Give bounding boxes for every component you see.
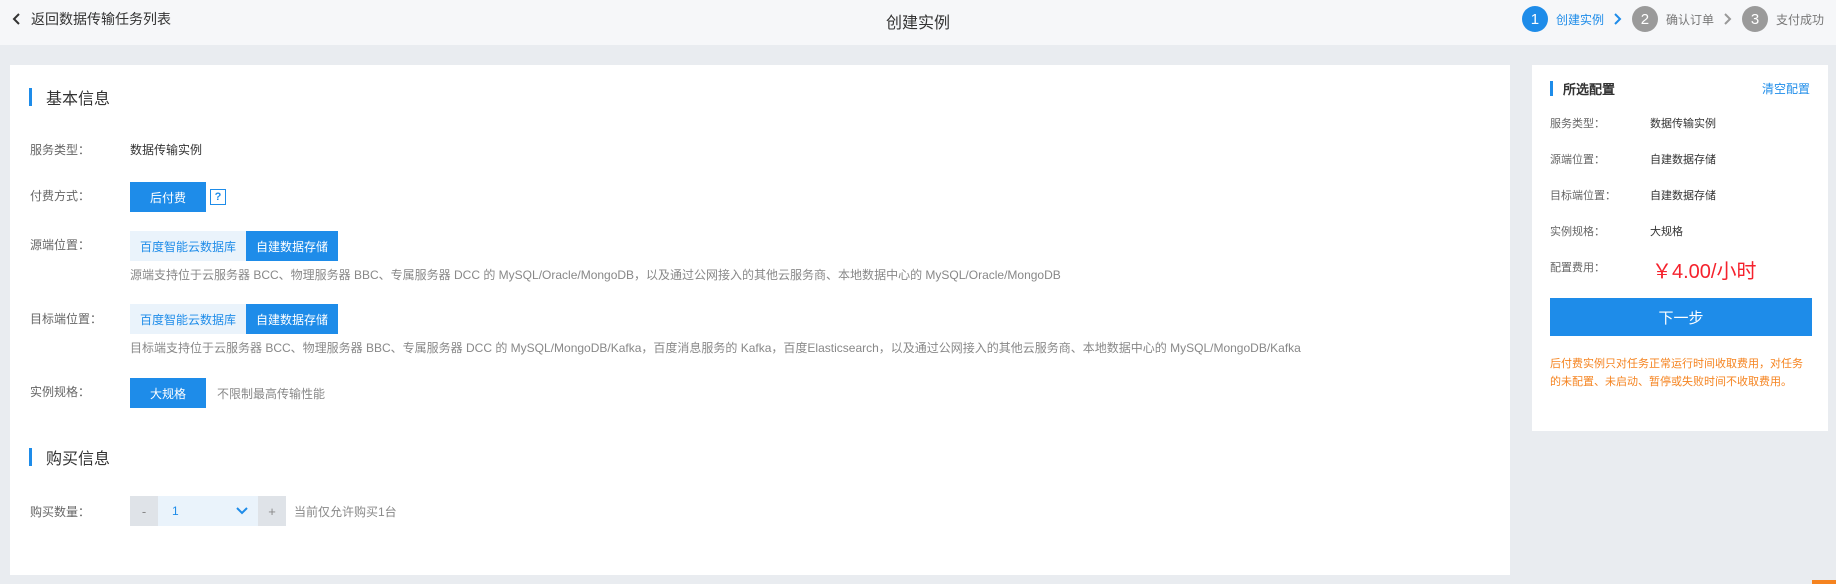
step-confirm-order: 2 确认订单 [1631,6,1714,32]
progress-steps: 1 创建实例 2 确认订单 3 支付成功 [1521,6,1824,32]
quantity-note: 当前仅允许购买1台 [294,505,397,519]
chevron-right-icon [1604,13,1632,25]
summary-source-label: 源端位置： [1550,154,1605,166]
instance-spec-label: 实例规格： [30,385,91,399]
quantity-increment-button[interactable]: + [258,496,286,526]
summary-target-value: 自建数据存储 [1650,190,1716,202]
summary-fee-label: 配置费用： [1550,262,1605,274]
quantity-decrement-button[interactable]: - [130,496,158,526]
section-accent-bar [29,448,32,466]
target-option-self-built-storage[interactable]: 自建数据存储 [246,304,339,334]
step-label: 确认订单 [1665,12,1714,27]
step-label: 创建实例 [1555,12,1604,27]
step-payment-success: 3 支付成功 [1741,6,1824,32]
clear-config-link[interactable]: 清空配置 [1762,80,1810,97]
section-accent-bar [29,88,32,106]
service-type-value: 数据传输实例 [130,143,203,157]
summary-spec-value: 大规格 [1650,226,1683,238]
chevron-down-icon [236,507,248,515]
source-location-label: 源端位置： [30,238,91,252]
spec-note: 不限制最高传输性能 [217,387,326,401]
target-option-baidu-cloud-db[interactable]: 百度智能云数据库 [130,304,247,334]
source-option-self-built-storage[interactable]: 自建数据存储 [246,231,339,261]
back-to-task-list-link[interactable]: 返回数据传输任务列表 [12,9,171,29]
basic-info-section-title: 基本信息 [29,85,110,109]
chevron-left-icon [12,13,20,25]
back-link-label: 返回数据传输任务列表 [31,11,171,27]
step-label: 支付成功 [1775,12,1824,27]
step-number: 2 [1631,6,1658,32]
step-create-instance: 1 创建实例 [1521,6,1604,32]
chevron-right-icon [1714,13,1742,25]
quantity-label: 购买数量： [30,505,91,519]
next-step-button[interactable]: 下一步 [1550,298,1812,336]
source-location-selector: 百度智能云数据库 自建数据存储 [130,231,339,261]
spec-large-button[interactable]: 大规格 [130,378,206,408]
billing-note: 后付费实例只对任务正常运行时间收取费用，对任务的未配置、未启动、暂停或失败时间不… [1550,358,1803,388]
section-title-text: 购买信息 [46,451,111,468]
source-location-hint: 源端支持位于云服务器 BCC、物理服务器 BBC、专属服务器 DCC 的 MyS… [130,268,1061,282]
selected-config-panel: 所选配置 清空配置 服务类型： 数据传输实例 源端位置： 自建数据存储 目标端位… [1532,65,1828,431]
billing-postpaid-button[interactable]: 后付费 [130,182,206,212]
quantity-select[interactable]: 1 [158,496,258,526]
corner-accent [1812,580,1836,584]
summary-spec-label: 实例规格： [1550,226,1605,238]
price-value: ￥4.00/小时 [1652,261,1757,283]
purchase-info-section-title: 购买信息 [29,445,110,469]
target-location-selector: 百度智能云数据库 自建数据存储 [130,304,339,334]
target-location-label: 目标端位置： [30,312,103,326]
top-bar: 返回数据传输任务列表 创建实例 1 创建实例 2 确认订单 3 支付成功 [0,0,1836,45]
step-number: 1 [1521,6,1548,32]
billing-label: 付费方式： [30,189,91,203]
selected-config-title-text: 所选配置 [1563,82,1616,97]
section-accent-bar [1550,81,1553,96]
target-location-hint: 目标端支持位于云服务器 BCC、物理服务器 BBC、专属服务器 DCC 的 My… [130,341,1301,355]
summary-source-value: 自建数据存储 [1650,154,1716,166]
section-title-text: 基本信息 [46,91,111,108]
summary-service-type-value: 数据传输实例 [1650,118,1716,130]
source-option-baidu-cloud-db[interactable]: 百度智能云数据库 [130,231,247,261]
summary-service-type-label: 服务类型： [1550,118,1605,130]
service-type-label: 服务类型： [30,143,91,157]
summary-target-label: 目标端位置： [1550,190,1616,202]
quantity-value: 1 [172,504,179,518]
quantity-stepper: - 1 + [130,496,286,526]
help-icon[interactable]: ? [210,189,226,205]
step-number: 3 [1741,6,1768,32]
selected-config-title: 所选配置 [1550,79,1615,98]
